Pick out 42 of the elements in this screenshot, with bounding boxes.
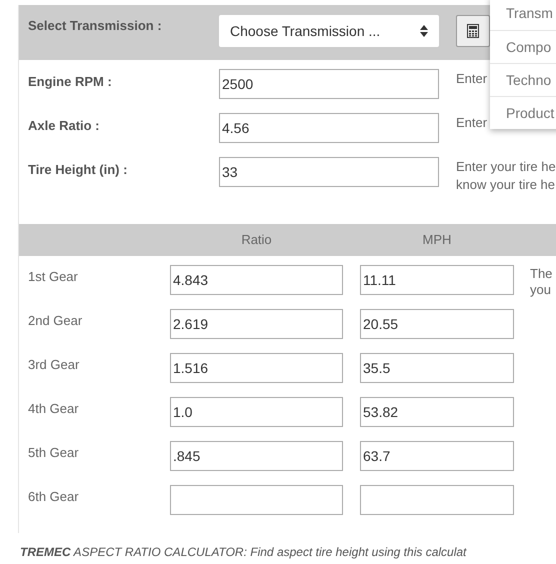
calculator-icon — [467, 24, 479, 38]
menu-item[interactable]: Transm — [490, 0, 556, 30]
gear-label: 2nd Gear — [27, 312, 84, 330]
calculate-button[interactable] — [456, 15, 490, 47]
text-input[interactable]: 33 — [219, 157, 439, 187]
menu-item[interactable]: Techno — [490, 63, 556, 96]
hint-text: The — [530, 266, 552, 282]
mph-input[interactable]: 35.5 — [360, 353, 514, 383]
column-header: MPH — [422, 231, 452, 250]
ratio-input[interactable]: .845 — [170, 441, 343, 471]
transmission-select[interactable]: Choose Transmission ... — [219, 15, 439, 47]
mph-input[interactable]: 11.11 — [360, 265, 514, 295]
field-label: Engine RPM : — [27, 73, 113, 91]
gear-label: 6th Gear — [27, 488, 80, 506]
text-input[interactable]: 4.56 — [219, 113, 439, 143]
hint-text: you — [530, 282, 552, 298]
ratio-input[interactable] — [170, 485, 343, 515]
sort-icon — [420, 25, 428, 37]
mph-input[interactable]: 20.55 — [360, 309, 514, 339]
field-label: Axle Ratio : — [27, 117, 101, 135]
gear-label: 1st Gear — [27, 268, 79, 286]
text-input[interactable]: 2500 — [219, 69, 439, 99]
field-label: Select Transmission : — [27, 17, 163, 35]
gear-label: 4th Gear — [27, 400, 80, 418]
field-label: Tire Height (in) : — [27, 161, 128, 179]
mph-input[interactable]: 53.82 — [360, 397, 514, 427]
hint-text: know your tire he — [456, 176, 556, 194]
hint-text: Enter your tire he — [456, 158, 556, 176]
gear-label: 5th Gear — [27, 444, 80, 462]
menu-item[interactable]: Product — [490, 96, 556, 129]
menu-item[interactable]: Compo — [490, 30, 556, 63]
ratio-input[interactable]: 4.843 — [170, 265, 343, 295]
ratio-input[interactable]: 1.0 — [170, 397, 343, 427]
ratio-input[interactable]: 1.516 — [170, 353, 343, 383]
mph-input[interactable] — [360, 485, 514, 515]
mph-input[interactable]: 63.7 — [360, 441, 514, 471]
description-text: TREMEC ASPECT RATIO CALCULATOR: Find aspect tire height using this calculat — [20, 544, 466, 561]
ratio-input[interactable]: 2.619 — [170, 309, 343, 339]
column-header: Ratio — [240, 231, 273, 250]
hint-text: Enter — [456, 70, 488, 88]
hint-text: Enter — [456, 114, 488, 132]
gear-label: 3rd Gear — [27, 356, 80, 374]
